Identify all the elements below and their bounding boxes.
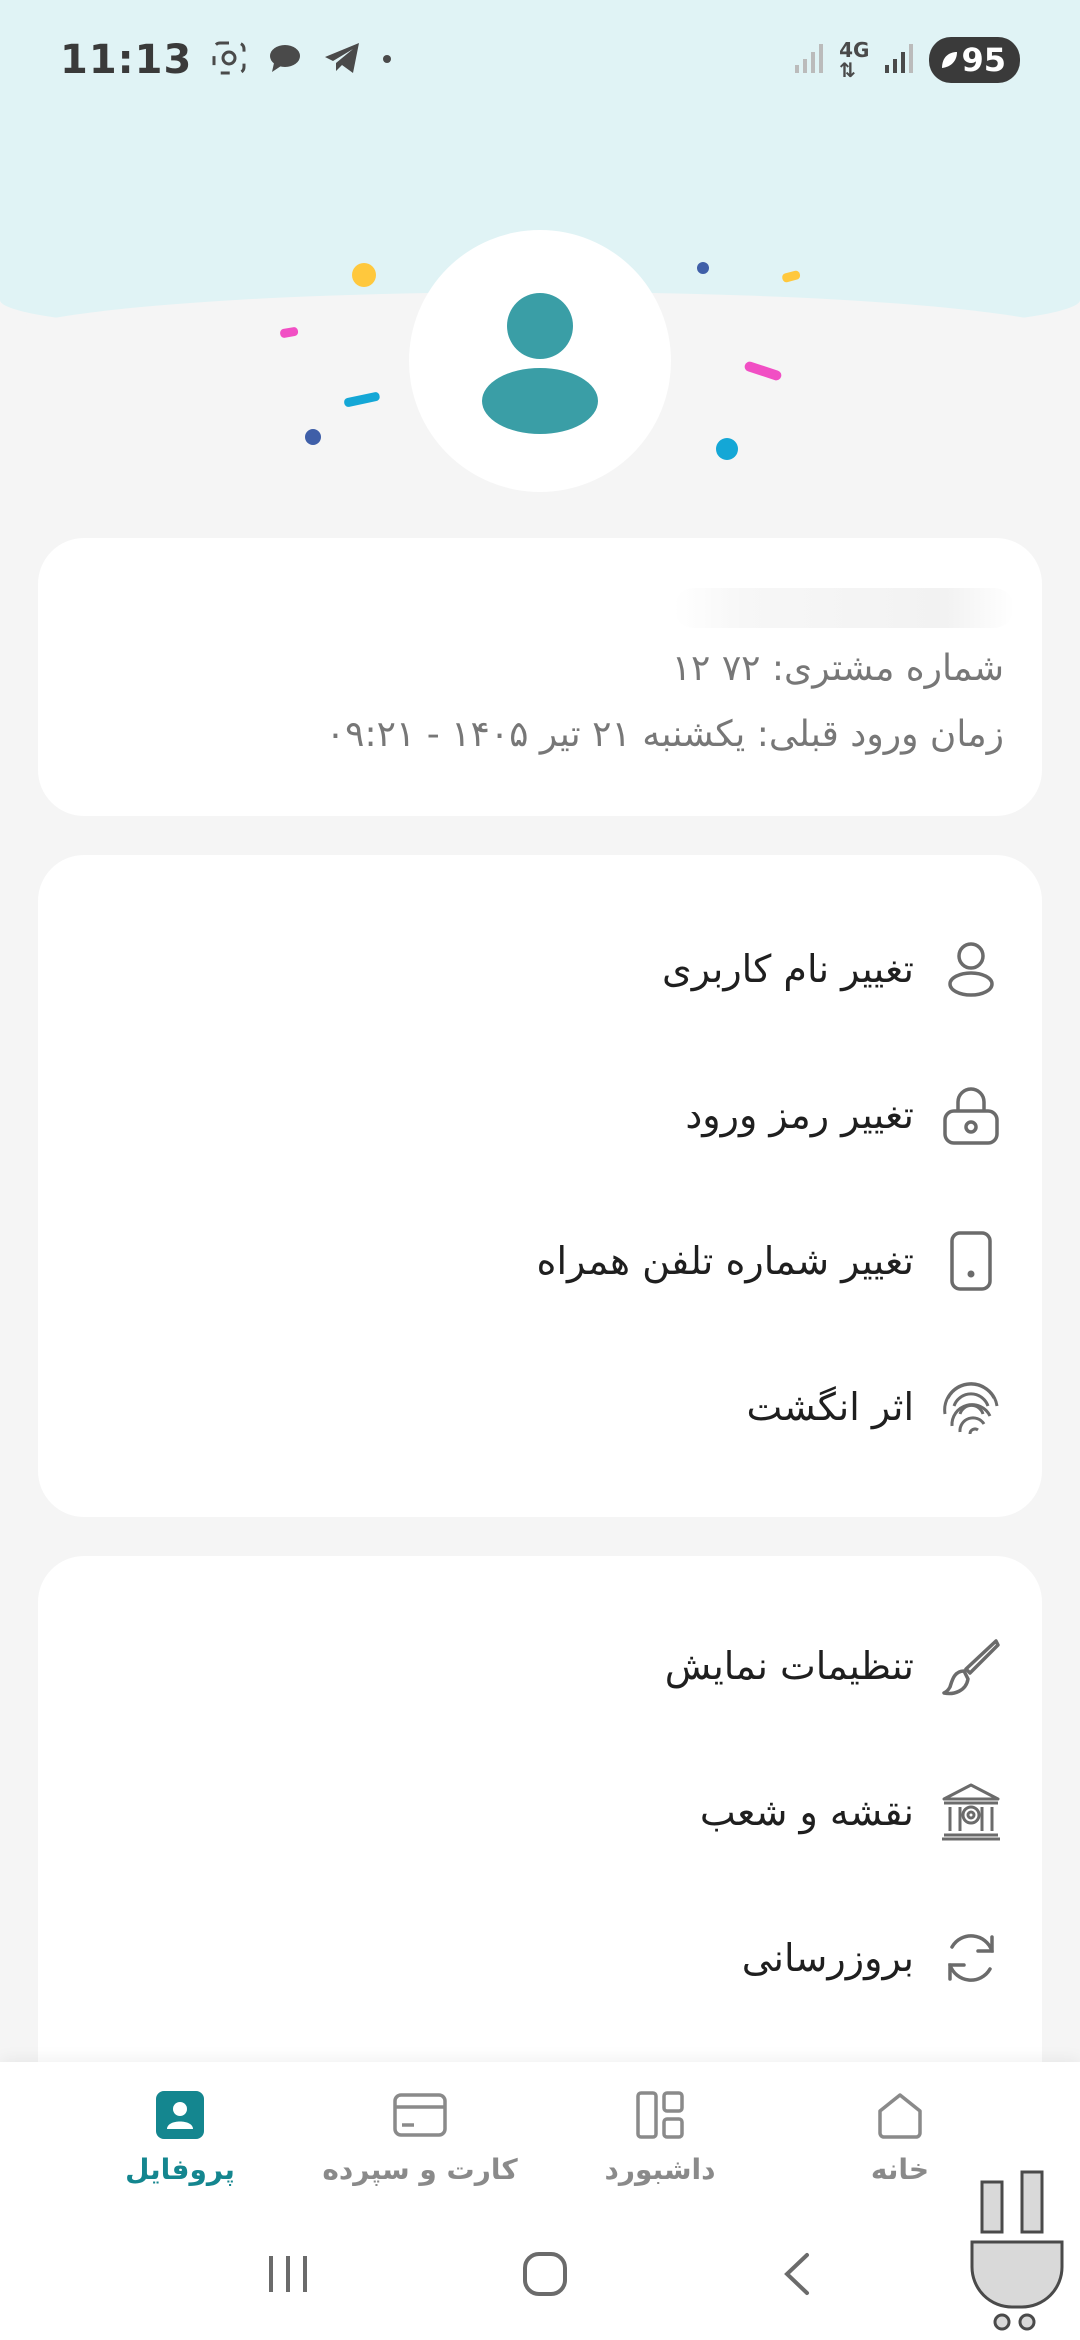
notification-dot-icon [380,51,394,70]
mobile-phone-icon [938,1228,1004,1294]
change-username-item[interactable]: تغییر نام کاربری [38,909,1042,1029]
user-icon [938,936,1004,1002]
display-settings-item[interactable]: تنظیمات نمایش [38,1606,1042,1726]
bazaar-watermark-logo [970,2170,1064,2331]
bottom-navigation: خانه داشبورد کارت و سپرده پروفایل [0,2062,1080,2212]
fingerprint-item[interactable]: اثر انگشت [38,1347,1042,1467]
update-label: بروزرسانی [741,1936,914,1980]
profile-icon [154,2089,206,2145]
profile-info-card: شماره مشتری: ۷۲ ۱۲ زمان ورود قبلی: یکشنب… [38,538,1042,816]
bank-branch-icon [938,1779,1004,1845]
account-settings-card: تغییر نام کاربری تغییر رمز ورود تغییر شم… [38,855,1042,1517]
map-and-branches-item[interactable]: نقشه و شعب [38,1752,1042,1872]
chat-bubble-icon [266,39,304,81]
status-bar: 11:13 4G ⇅ 95 [0,0,1080,120]
lock-icon [938,1082,1004,1148]
battery-level: 95 [961,41,1006,79]
update-item[interactable]: بروزرسانی [38,1898,1042,2018]
change-mobile-number-item[interactable]: تغییر شماره تلفن همراه [38,1201,1042,1321]
screenshot-icon [210,39,248,81]
back-icon[interactable] [777,2249,817,2303]
change-mobile-number-label: تغییر شماره تلفن همراه [536,1239,914,1283]
display-settings-label: تنظیمات نمایش [664,1644,914,1688]
signal-icon [883,41,915,79]
change-username-label: تغییر نام کاربری [662,947,914,991]
refresh-icon [938,1925,1004,1991]
telegram-icon [322,39,362,81]
battery-indicator: 95 [929,37,1020,83]
nav-profile-label: پروفایل [125,2152,235,2186]
customer-number: شماره مشتری: ۷۲ ۱۲ [671,648,1004,689]
recent-apps-icon[interactable] [263,2252,313,2300]
nav-dashboard-label: داشبورد [604,2152,716,2186]
user-name-redacted [674,588,1014,628]
nav-profile[interactable]: پروفایل [80,2089,280,2186]
paintbrush-icon [938,1633,1004,1699]
status-right: 4G ⇅ 95 [793,37,1020,83]
last-login-time: زمان ورود قبلی: یکشنبه ۲۱ تیر ۱۴۰۵ - ۰۹:… [325,714,1004,755]
map-and-branches-label: نقشه و شعب [699,1790,914,1834]
home-button-icon[interactable] [520,2249,570,2303]
home-icon [874,2089,926,2145]
status-left: 11:13 [60,37,394,83]
leaf-icon [939,41,959,79]
data-arrows-icon: ⇅ [839,58,856,82]
avatar[interactable] [409,230,671,492]
general-settings-card: تنظیمات نمایش نقشه و شعب بروزرسانی [38,1556,1042,2076]
network-type: 4G ⇅ [839,40,869,80]
dashboard-icon [634,2089,686,2145]
change-password-item[interactable]: تغییر رمز ورود [38,1055,1042,1175]
system-navigation-bar [0,2212,1080,2340]
signal-weak-icon [793,41,825,79]
nav-card-and-deposit-label: کارت و سپرده [322,2152,518,2186]
card-icon [392,2089,448,2145]
status-time: 11:13 [60,37,193,83]
fingerprint-label: اثر انگشت [746,1385,914,1429]
fingerprint-icon [938,1374,1004,1440]
nav-home-label: خانه [870,2152,930,2186]
nav-card-and-deposit[interactable]: کارت و سپرده [320,2089,520,2186]
nav-dashboard[interactable]: داشبورد [560,2089,760,2186]
user-avatar-icon [482,293,598,434]
change-password-label: تغییر رمز ورود [685,1093,914,1137]
